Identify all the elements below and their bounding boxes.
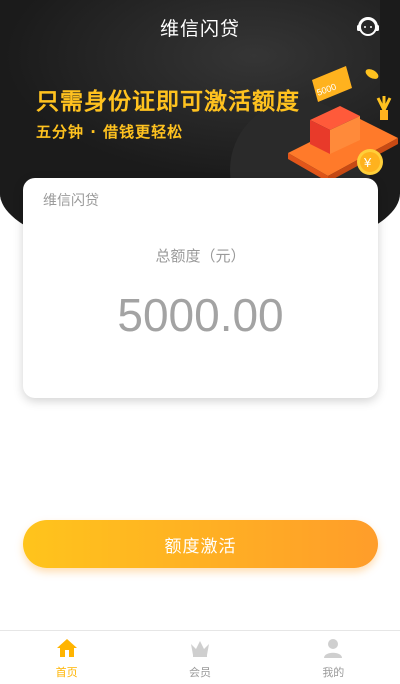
total-limit-label: 总额度（元） [155,247,246,265]
promo-headline: 只需身份证即可激活额度 [36,89,300,115]
tab-home[interactable]: 首页 [0,631,133,684]
customer-service-icon[interactable] [354,12,382,40]
total-limit-amount: 5000.00 [117,289,284,341]
activate-limit-button[interactable]: 额度激活 [23,520,378,568]
crown-icon [190,641,209,657]
tab-member-label: 会员 [188,666,211,679]
promo-subline: 五分钟 · 借钱更轻松 [36,123,184,141]
user-icon [324,639,343,658]
tab-mine-label: 我的 [322,666,345,679]
bottom-tab-bar: 首页 会员 我的 [0,630,400,684]
tab-member[interactable]: 会员 [133,631,266,684]
home-icon [56,639,77,657]
tab-mine[interactable]: 我的 [267,631,400,684]
tab-home-label: 首页 [55,666,78,679]
coin-symbol: ¥ [363,155,372,170]
page-title: 维信闪贷 [159,18,240,40]
credit-card-panel: 维信闪贷 总额度（元） 5000.00 [23,178,378,398]
card-brand: 维信闪贷 [43,193,99,209]
phone-money-illustration: 5000 ¥ [288,66,398,182]
